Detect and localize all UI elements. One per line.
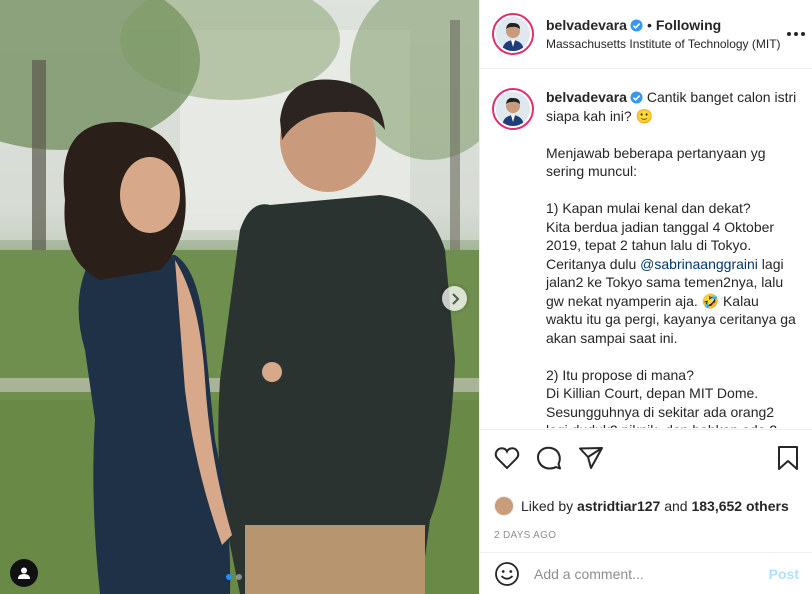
post-photo[interactable] — [0, 0, 479, 594]
caption-question: 1) Kapan mulai kenal dan dekat? — [546, 200, 751, 216]
likes-summary: Liked by astridtiar127 and 183,652 other… — [494, 496, 801, 516]
post-comment-button[interactable]: Post — [769, 566, 799, 582]
avatar[interactable] — [492, 13, 534, 55]
carousel-dot — [236, 574, 242, 580]
share-icon[interactable] — [578, 446, 604, 470]
verified-badge-icon — [630, 91, 643, 104]
comment-input[interactable] — [534, 565, 769, 582]
more-options-icon — [801, 32, 805, 36]
post-details-panel: belvadevara • Following Massachusetts Inst… — [479, 0, 812, 594]
profile-picture-image — [496, 92, 530, 126]
caption-text: belvadevara Cantik banget calon istri si… — [546, 88, 797, 428]
caption-avatar[interactable] — [492, 88, 534, 130]
next-photo-button[interactable] — [442, 286, 467, 311]
verified-badge-icon — [630, 19, 643, 31]
chevron-right-icon — [451, 292, 459, 305]
and-label: and — [664, 498, 688, 514]
caption-section: belvadevara Cantik banget calon istri si… — [480, 70, 812, 428]
carousel-dot — [226, 574, 232, 580]
more-options-icon — [787, 32, 791, 36]
mention-link[interactable]: @sabrinaanggraini — [640, 256, 758, 272]
location-link[interactable]: Massachusetts Institute of Technology (M… — [546, 35, 781, 53]
separator-dot: • — [646, 16, 652, 33]
post-timestamp[interactable]: 2 DAYS AGO — [494, 530, 801, 541]
liked-by-label: Liked by — [521, 498, 574, 514]
carousel-indicator — [226, 574, 242, 580]
comment-bar: Post — [480, 552, 812, 594]
liker-username[interactable]: astridtiar127 — [577, 498, 660, 514]
emoji-icon[interactable] — [494, 561, 520, 587]
following-button[interactable]: Following — [656, 17, 721, 33]
post-username[interactable]: belvadevara — [546, 17, 627, 33]
couple-photo-image — [0, 0, 479, 594]
action-bar: Liked by astridtiar127 and 183,652 other… — [480, 429, 812, 541]
tagged-users-button[interactable] — [10, 559, 38, 587]
more-options-icon — [794, 32, 798, 36]
liker-avatar[interactable] — [494, 496, 514, 516]
profile-picture-image — [496, 17, 530, 51]
likes-count-link[interactable]: 183,652 others — [691, 498, 788, 514]
bookmark-icon[interactable] — [777, 445, 799, 471]
more-options-button[interactable] — [784, 24, 808, 44]
comment-icon[interactable] — [536, 445, 562, 471]
post-header: belvadevara • Following Massachusetts Inst… — [480, 0, 812, 69]
caption-question: 2) Itu propose di mana? — [546, 366, 694, 383]
caption-username[interactable]: belvadevara — [546, 89, 627, 105]
caption-paragraph: Menjawab beberapa pertanyaan yg sering m… — [546, 144, 766, 180]
caption-answer: Di Killian Court, depan MIT Dome. Sesung… — [546, 385, 777, 428]
tag-user-icon — [18, 567, 30, 579]
heart-icon[interactable] — [494, 446, 520, 470]
